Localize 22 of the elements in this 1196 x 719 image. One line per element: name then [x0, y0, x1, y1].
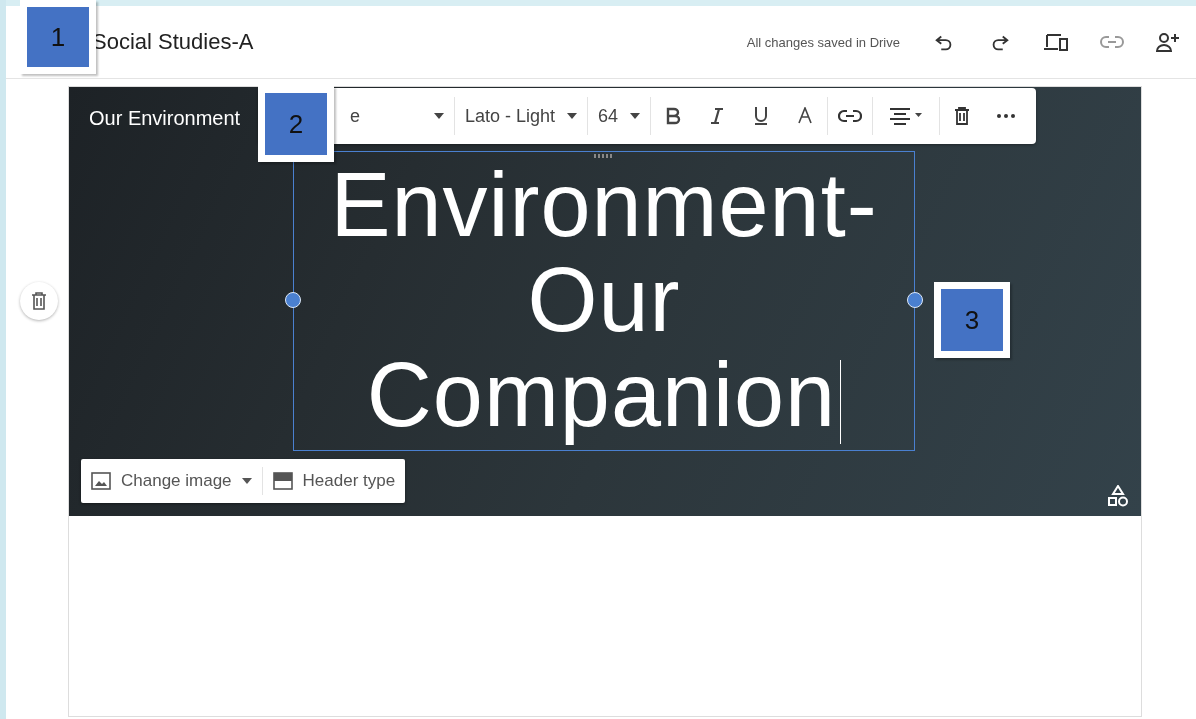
image-icon	[91, 472, 111, 490]
drag-handle-icon[interactable]	[594, 154, 614, 158]
site-title[interactable]: Our Environment	[89, 107, 241, 129]
shapes-icon[interactable]	[1107, 485, 1129, 509]
resize-handle[interactable]	[285, 292, 301, 308]
trash-icon	[31, 292, 47, 310]
caret-icon	[567, 113, 578, 119]
font-size-dropdown[interactable]: 64	[588, 88, 651, 144]
caret-icon	[434, 113, 444, 119]
font-dropdown[interactable]: Lato - Light	[455, 88, 588, 144]
save-status: All changes saved in Drive	[746, 34, 900, 50]
step-number-marker: 3	[934, 282, 1010, 358]
step-number-marker: 2	[258, 86, 334, 162]
resize-handle[interactable]	[907, 292, 923, 308]
change-image-button[interactable]: Change image	[81, 459, 262, 503]
delete-section-button[interactable]	[20, 282, 58, 320]
header-layout-icon	[272, 472, 293, 490]
header-type-button[interactable]: Header type	[262, 459, 406, 503]
caret-icon	[630, 113, 641, 119]
caret-icon	[241, 478, 252, 484]
style-dropdown[interactable]: e	[340, 88, 454, 144]
text-box-selection[interactable]: Environment- Our Companion	[293, 151, 915, 451]
